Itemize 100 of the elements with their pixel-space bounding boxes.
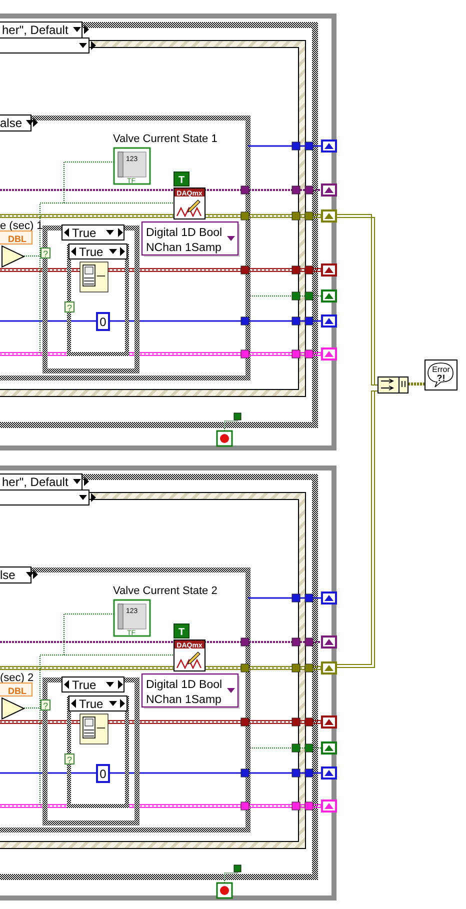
dropdown-arrow-icon	[227, 688, 235, 693]
numeric-constant-value: 0	[100, 315, 106, 329]
shift-register-terminal[interactable]	[321, 766, 337, 780]
case-selector-label[interactable]: True	[79, 697, 104, 711]
shift-register-terminal[interactable]	[321, 662, 337, 674]
array-indicator	[113, 599, 151, 637]
numeric-type-tag: DBL	[8, 234, 26, 244]
frame-selector[interactable]	[0, 490, 90, 506]
selector-text: NChan 1Samp	[146, 694, 222, 706]
selector-text: Digital 1D Bool	[146, 227, 222, 239]
tunnel	[240, 664, 250, 672]
selector-terminal-mark: ?	[67, 303, 72, 313]
tunnel	[240, 316, 250, 326]
shift-register-terminal[interactable]	[321, 184, 337, 196]
case-selector[interactable]	[0, 114, 32, 132]
shift-register-terminal[interactable]	[321, 592, 337, 604]
previous-case-arrow-icon[interactable]	[71, 699, 76, 708]
stop-terminal-icon	[216, 430, 233, 447]
selector-terminal-mark: ?	[43, 701, 48, 711]
pencil-icon	[188, 652, 200, 664]
shift-register-terminal[interactable]	[321, 264, 337, 276]
case-selector-terminal	[40, 700, 50, 710]
control-label: (sec) 2	[0, 672, 34, 684]
next-case-arrow-icon[interactable]	[120, 699, 125, 708]
next-case-arrow-icon[interactable]	[33, 570, 38, 579]
dropdown-arrow-icon	[106, 230, 114, 235]
next-case-arrow-icon[interactable]	[118, 680, 123, 689]
dropdown-arrow-icon	[26, 572, 34, 577]
shift-register-terminal[interactable]	[321, 210, 337, 222]
case-selector[interactable]	[62, 676, 124, 692]
stop-terminal-icon	[216, 882, 233, 899]
wait-timer-node-icon	[80, 714, 108, 744]
boolean-constant	[174, 624, 190, 638]
next-case-arrow-icon[interactable]	[33, 118, 38, 127]
case-selector-label[interactable]: alse	[0, 116, 22, 130]
case-selector-label[interactable]: her", Default	[2, 23, 68, 37]
boolean-wire	[224, 872, 238, 884]
boolean-constant-label: T	[178, 627, 185, 638]
case-selector[interactable]	[0, 566, 32, 584]
shift-register-terminal[interactable]	[321, 290, 337, 302]
case-selector-label[interactable]: True	[72, 678, 96, 692]
dropdown-arrow-icon	[109, 249, 117, 254]
tunnel	[240, 212, 250, 220]
dropdown-arrow-icon	[73, 479, 81, 484]
dropdown-arrow-icon	[79, 495, 87, 500]
case-selector[interactable]	[62, 224, 124, 240]
array-indicator	[113, 147, 151, 185]
tunnel	[240, 718, 250, 726]
previous-case-arrow-icon[interactable]	[71, 247, 76, 256]
numeric-constant	[96, 764, 110, 783]
case-selector[interactable]	[68, 696, 128, 712]
tunnel	[240, 350, 250, 358]
selector-terminal-mark: ?	[43, 249, 48, 259]
shift-register-terminal[interactable]	[321, 314, 337, 328]
case-selector-terminal	[64, 754, 74, 764]
dropdown-arrow-icon	[73, 27, 81, 32]
case-selector-label[interactable]: her", Default	[2, 475, 68, 489]
pencil-icon	[188, 200, 200, 212]
polymorphic-selector[interactable]	[141, 221, 239, 256]
error-title: Error	[432, 365, 450, 374]
case-selector-terminal	[64, 302, 74, 312]
tunnel	[240, 638, 250, 646]
control-label: e (sec) 1	[0, 220, 43, 232]
case-selector-label[interactable]: True	[79, 245, 104, 259]
case-selector[interactable]	[0, 474, 82, 490]
shift-register-terminal[interactable]	[321, 140, 337, 152]
next-case-arrow-icon[interactable]	[120, 247, 125, 256]
selector-text: NChan 1Samp	[146, 242, 222, 254]
boolean-constant-label: T	[178, 175, 185, 186]
frame-selector[interactable]	[0, 38, 90, 54]
error-mark: ?!	[436, 373, 446, 383]
next-case-arrow-icon[interactable]	[118, 228, 123, 237]
error-indicator	[424, 360, 458, 390]
comparison-node-icon	[2, 245, 26, 268]
selector-terminal-mark: ?	[67, 755, 72, 765]
dropdown-arrow-icon	[26, 120, 34, 125]
shift-register-terminal[interactable]	[321, 636, 337, 648]
case-selector-terminal	[40, 248, 50, 258]
previous-case-arrow-icon[interactable]	[64, 228, 69, 237]
shift-register-terminal[interactable]	[321, 716, 337, 728]
case-selector-label[interactable]: lse	[0, 568, 16, 582]
polymorphic-selector[interactable]	[141, 673, 239, 708]
dropdown-arrow-icon	[106, 682, 114, 687]
case-selector-label[interactable]: True	[72, 226, 96, 240]
previous-case-arrow-icon[interactable]	[64, 680, 69, 689]
tunnel	[240, 802, 250, 810]
shift-register-terminal[interactable]	[321, 742, 337, 754]
waveform-icon	[176, 658, 202, 670]
numeric-constant-value: 0	[100, 767, 106, 781]
numeric-control	[0, 230, 33, 245]
dropdown-arrow-icon	[227, 236, 235, 241]
waveform-icon	[176, 206, 202, 218]
dropdown-arrow-icon	[79, 43, 87, 48]
iteration-terminal	[234, 864, 242, 872]
indicator-label: Valve Current State 2	[113, 585, 218, 597]
selector-text: Digital 1D Bool	[146, 679, 222, 691]
case-selector[interactable]	[0, 22, 82, 38]
case-selector[interactable]	[68, 244, 128, 260]
dropdown-arrow-icon	[109, 701, 117, 706]
wait-timer-node-icon	[80, 262, 108, 292]
